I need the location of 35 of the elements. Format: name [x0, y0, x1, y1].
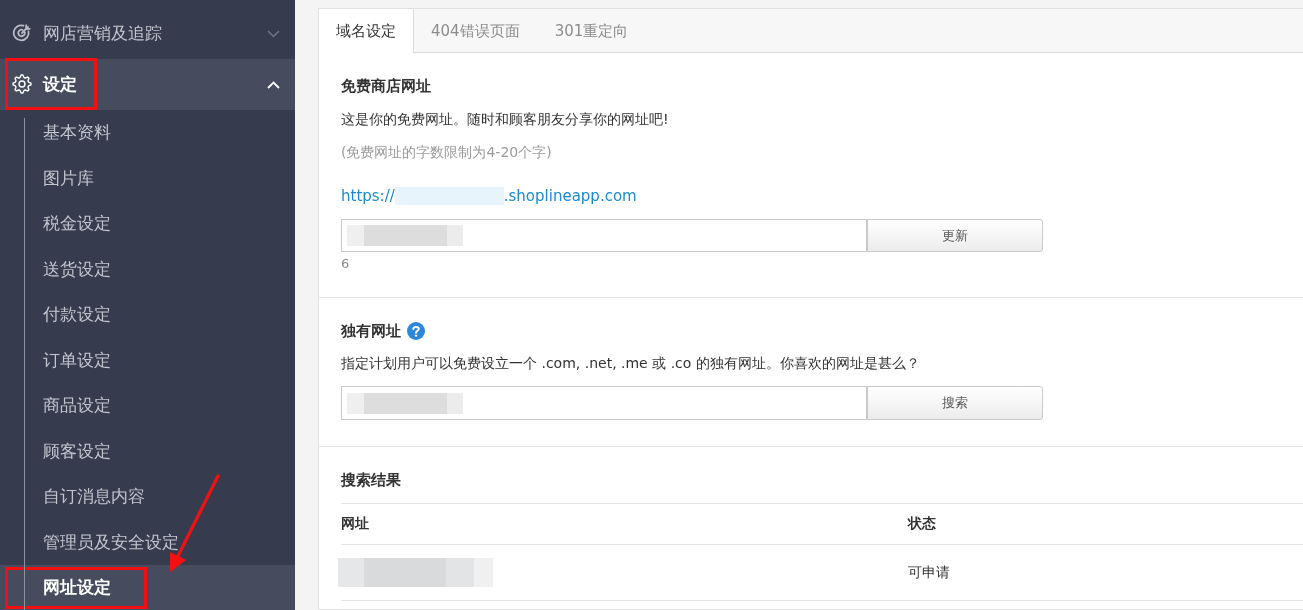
description-text: 指定计划用户可以免费设立一个 .com, .net, .me 或 .co 的独有网址。你喜欢的网址是甚么？: [341, 354, 921, 373]
sidebar-item[interactable]: 管理员及安全设定: [0, 519, 295, 565]
sidebar-item[interactable]: 图片库: [0, 155, 295, 201]
help-icon[interactable]: [407, 322, 425, 340]
column-header: 状态: [908, 515, 936, 533]
sidebar-item[interactable]: 网址设定: [0, 565, 295, 610]
tab[interactable]: 域名设定: [319, 9, 414, 53]
url-input[interactable]: [341, 219, 867, 252]
sidebar-section[interactable]: 设定: [0, 59, 295, 110]
character-count: 6: [341, 256, 351, 272]
sidebar-item[interactable]: 商品设定: [0, 383, 295, 429]
sidebar-section[interactable]: 网店营销及追踪: [0, 8, 295, 59]
sidebar-item[interactable]: 付款设定: [0, 292, 295, 338]
sidebar-item[interactable]: 税金设定: [0, 201, 295, 247]
section-title: 搜索结果: [341, 470, 402, 490]
chevron-up-icon: [267, 80, 280, 89]
store-url-link[interactable]: https:// .shoplineapp.com: [341, 186, 637, 206]
sidebar-item[interactable]: 送货设定: [0, 246, 295, 292]
length-note: (免费网址的字数限制为4-20个字): [341, 143, 553, 162]
sidebar-item[interactable]: 顾客设定: [0, 428, 295, 474]
sidebar-item[interactable]: 自订消息内容: [0, 474, 295, 520]
section-title: 独有网址: [341, 321, 401, 341]
target-icon: [12, 23, 32, 43]
table-cell: 可申请: [908, 563, 950, 582]
sidebar-item[interactable]: 基本资料: [0, 110, 295, 156]
chevron-down-icon: [267, 29, 280, 38]
tab[interactable]: 404错误页面: [414, 9, 538, 53]
domain-input[interactable]: [341, 386, 867, 420]
sidebar-item[interactable]: 订单设定: [0, 337, 295, 383]
search-button[interactable]: 搜索: [867, 386, 1043, 420]
section-title: 免费商店网址: [341, 76, 432, 96]
description-text: 这是你的免费网址。随时和顾客朋友分享你的网址吧!: [341, 110, 670, 129]
update-button[interactable]: 更新: [867, 219, 1043, 252]
gear-icon: [12, 74, 32, 94]
column-header: 网址: [341, 515, 370, 533]
